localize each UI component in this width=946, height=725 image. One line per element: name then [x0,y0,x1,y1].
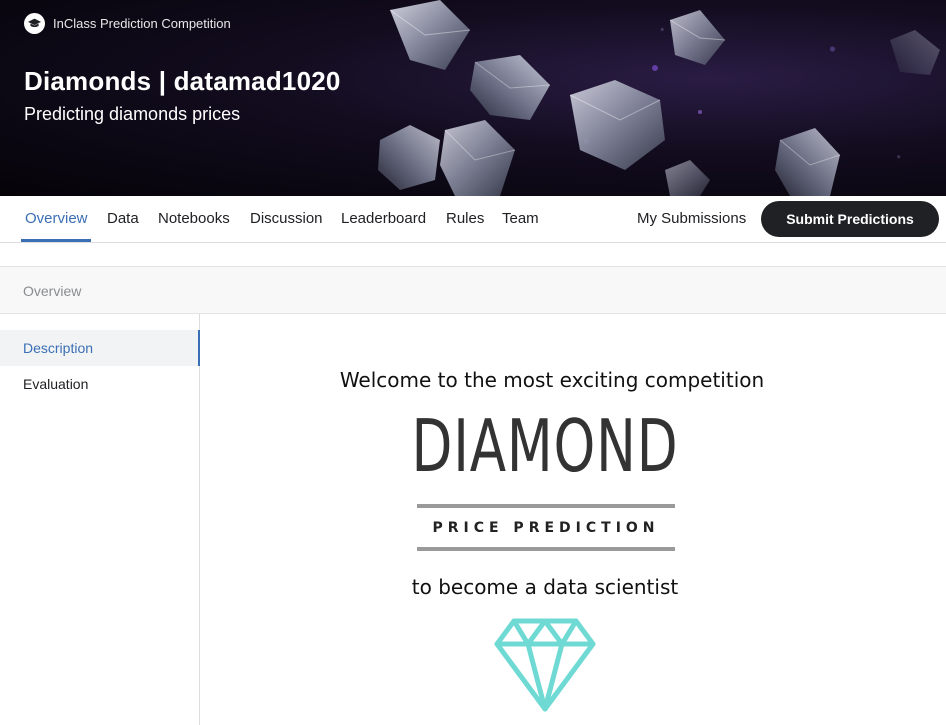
become-text: to become a data scientist [411,575,679,599]
tab-discussion[interactable]: Discussion [250,210,323,227]
submit-predictions-button[interactable]: Submit Predictions [761,201,939,237]
competition-subtitle: Predicting diamonds prices [24,104,241,124]
overview-sidebar: Description Evaluation [0,314,200,725]
divider-top [417,504,675,508]
competition-type: InClass Prediction Competition [24,13,231,34]
tab-notebooks[interactable]: Notebooks [158,210,230,227]
my-submissions-link[interactable]: My Submissions [637,210,746,227]
competition-title: Diamonds | datamad1020 [24,66,341,96]
description-content: Welcome to the most exciting competition… [201,314,946,725]
welcome-text: Welcome to the most exciting competition [339,368,765,392]
divider-bottom [417,547,675,551]
section-header: Overview [0,266,946,314]
competition-header: InClass Prediction Competition Diamonds … [0,0,946,196]
competition-type-label: InClass Prediction Competition [53,16,231,31]
diamonds-banner-image [378,0,940,196]
graduation-cap-icon [24,13,45,34]
tab-overview[interactable]: Overview [25,210,88,227]
tab-data[interactable]: Data [107,210,139,227]
tab-rules[interactable]: Rules [446,210,484,227]
diamond-heading: DIAMOND [411,404,679,488]
tab-leaderboard[interactable]: Leaderboard [341,210,426,227]
section-title: Overview [23,283,82,299]
tab-team[interactable]: Team [502,210,539,227]
sidebar-item-description[interactable]: Description [0,330,200,366]
sidebar-item-evaluation[interactable]: Evaluation [0,366,200,402]
diamond-icon [494,618,596,712]
competition-tabs: Overview Data Notebooks Discussion Leade… [0,196,946,243]
active-tab-indicator [21,239,91,242]
price-prediction-label: PRICE PREDICTION [432,520,660,536]
